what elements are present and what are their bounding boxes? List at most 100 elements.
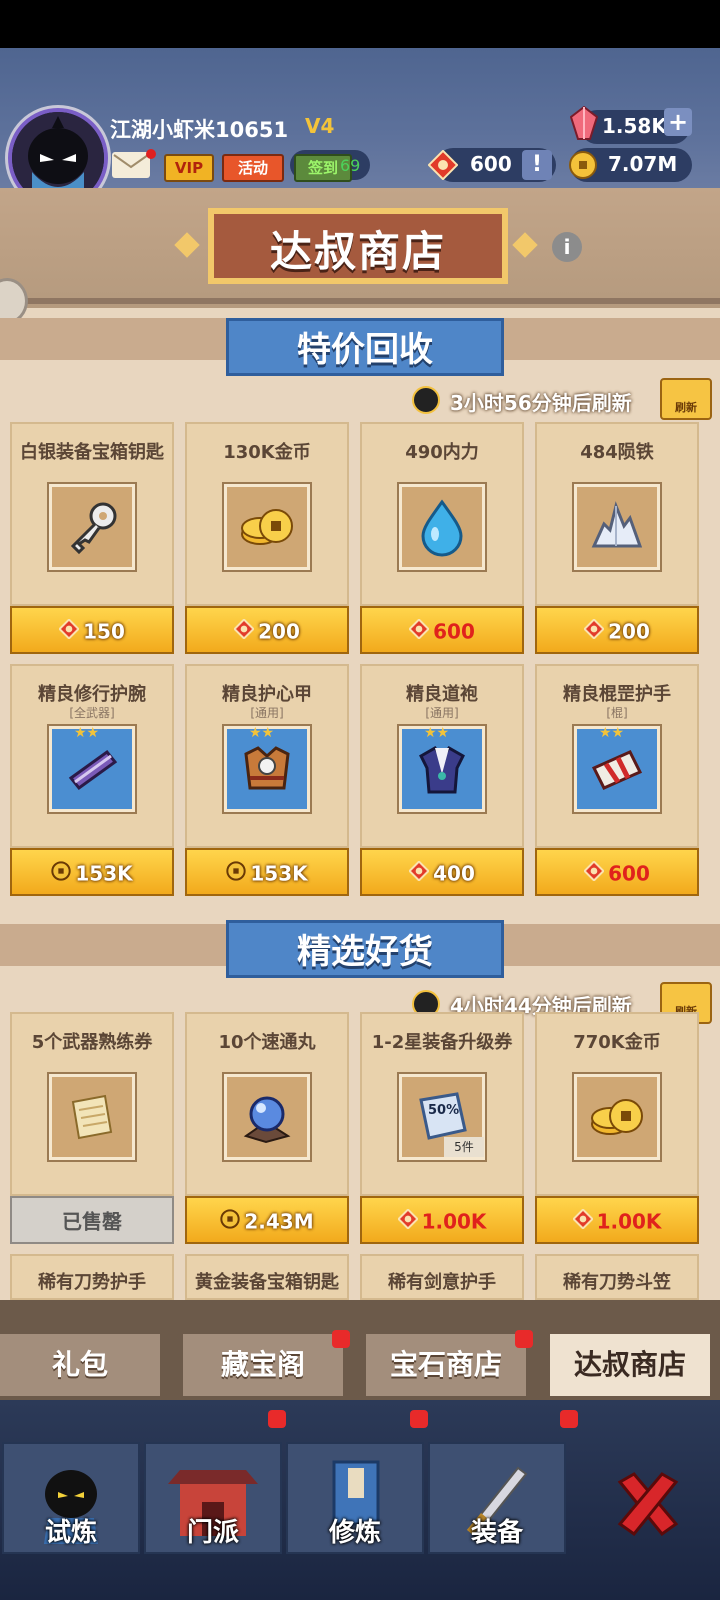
add-gems-button[interactable]: + bbox=[664, 108, 692, 136]
rarity-stars: ★★ bbox=[74, 725, 100, 741]
buy-button[interactable]: 1.00K bbox=[360, 1196, 524, 1244]
rarity-stars: ★★ bbox=[249, 725, 275, 741]
token-icon bbox=[583, 610, 605, 654]
item-name: 484陨铁 bbox=[580, 442, 654, 463]
coins-icon bbox=[574, 1074, 660, 1160]
buy-button[interactable]: 200 bbox=[535, 606, 699, 654]
price-value: 200 bbox=[608, 619, 650, 644]
key-icon bbox=[49, 484, 135, 570]
item-name: 白银装备宝箱钥匙 bbox=[20, 442, 164, 463]
token-icon bbox=[427, 149, 459, 181]
token-icon bbox=[233, 610, 255, 654]
nav-label-trial: 试炼 bbox=[44, 1518, 97, 1548]
coin-icon bbox=[51, 852, 72, 896]
coin-icon bbox=[568, 150, 598, 180]
item-tag: [通用] bbox=[425, 706, 459, 720]
buy-button[interactable]: 1.00K bbox=[535, 1196, 699, 1244]
tab-treasure-pavilion[interactable]: 藏宝阁 bbox=[183, 1334, 343, 1396]
item-name: 130K金币 bbox=[223, 442, 311, 463]
price-value: 已售罄 bbox=[62, 1209, 122, 1234]
item-name: 稀有刀势斗笠 bbox=[563, 1272, 671, 1293]
item-name: 精良道袍 bbox=[406, 684, 478, 705]
refresh-timer: 3小时56分钟后刷新 bbox=[450, 391, 632, 415]
buy-button[interactable]: 153K bbox=[185, 848, 349, 896]
nav-label-equipment: 装备 bbox=[470, 1518, 523, 1548]
upgrade-ticket-icon: 50% 5件 bbox=[399, 1074, 485, 1160]
coin-icon bbox=[220, 1200, 241, 1244]
gem-amount: 1.58K bbox=[602, 114, 667, 138]
tab-gem-shop[interactable]: 宝石商店 bbox=[366, 1334, 526, 1396]
crystal-ore-icon bbox=[574, 484, 660, 570]
info-button[interactable]: i bbox=[552, 232, 582, 262]
item-name: 精良棍罡护手 bbox=[563, 684, 671, 705]
token-icon bbox=[408, 852, 430, 896]
coin-amount: 7.07M bbox=[608, 152, 678, 176]
buy-button[interactable]: 153K bbox=[10, 848, 174, 896]
price-value: 400 bbox=[433, 861, 475, 886]
item-name: 770K金币 bbox=[573, 1032, 661, 1053]
price-value: 600 bbox=[608, 861, 650, 886]
gauntlet-icon: ★★ bbox=[574, 725, 660, 812]
notification-dot bbox=[410, 1410, 428, 1428]
close-button[interactable] bbox=[600, 1456, 696, 1552]
quantity-badge: 5件 bbox=[444, 1137, 484, 1157]
close-icon bbox=[617, 1472, 679, 1537]
buy-button[interactable]: 400 bbox=[360, 848, 524, 896]
item-name: 精良修行护腕 bbox=[38, 684, 146, 705]
token-icon bbox=[583, 852, 605, 896]
notification-dot bbox=[515, 1330, 533, 1348]
clock-icon bbox=[412, 386, 440, 414]
notification-dot bbox=[560, 1410, 578, 1428]
price-value: 150 bbox=[83, 619, 125, 644]
signin-count: 69 bbox=[340, 156, 361, 175]
token-amount: 600 bbox=[470, 152, 512, 176]
price-value: 2.43M bbox=[244, 1209, 314, 1234]
sold-out-button: 已售罄 bbox=[10, 1196, 174, 1244]
item-tag: [棍] bbox=[606, 706, 628, 720]
token-icon bbox=[408, 610, 430, 654]
price-value: 153K bbox=[250, 861, 308, 886]
token-icon bbox=[571, 1200, 594, 1244]
buy-button[interactable]: 600 bbox=[360, 606, 524, 654]
section-title-selected: 精选好货 bbox=[226, 920, 504, 978]
token-icon bbox=[58, 610, 80, 654]
refresh-button[interactable]: 刷新 bbox=[660, 378, 712, 420]
ticket-percent: 50% bbox=[428, 1103, 460, 1118]
buy-button[interactable]: 2.43M bbox=[185, 1196, 349, 1244]
nav-label-sect: 门派 bbox=[186, 1518, 239, 1548]
bracer-icon: ★★ bbox=[49, 725, 135, 812]
price-value: 1.00K bbox=[596, 1209, 662, 1234]
player-name: 江湖小虾米10651 bbox=[110, 118, 289, 142]
price-value: 153K bbox=[75, 861, 133, 886]
buy-button[interactable]: 200 bbox=[185, 606, 349, 654]
gem-icon bbox=[569, 105, 599, 140]
tab-dashu-shop[interactable]: 达叔商店 bbox=[550, 1334, 710, 1396]
token-info-button[interactable]: ! bbox=[522, 150, 552, 180]
coins-icon bbox=[224, 484, 310, 570]
shop-title: 达叔商店 bbox=[208, 208, 508, 284]
robe-icon: ★★ bbox=[399, 725, 485, 812]
buy-button[interactable]: 150 bbox=[10, 606, 174, 654]
rarity-stars: ★★ bbox=[599, 725, 625, 741]
notification-dot bbox=[268, 1410, 286, 1428]
event-button[interactable]: 活动 bbox=[222, 154, 284, 182]
item-name: 稀有剑意护手 bbox=[388, 1272, 496, 1293]
vip-level-badge: V4 bbox=[305, 114, 335, 138]
vip-button[interactable]: VIP bbox=[164, 154, 214, 182]
water-drop-icon bbox=[399, 484, 485, 570]
scroll-icon bbox=[49, 1074, 135, 1160]
item-name: 黄金装备宝箱钥匙 bbox=[195, 1272, 339, 1293]
item-name: 490内力 bbox=[405, 442, 479, 463]
mail-icon[interactable] bbox=[112, 152, 150, 178]
title-divider bbox=[0, 298, 720, 304]
buy-button[interactable]: 600 bbox=[535, 848, 699, 896]
item-name: 稀有刀势护手 bbox=[38, 1272, 146, 1293]
item-tag: [通用] bbox=[250, 706, 284, 720]
mail-notification-dot bbox=[146, 149, 156, 159]
rarity-stars: ★★ bbox=[424, 725, 450, 741]
token-icon bbox=[396, 1200, 419, 1244]
item-name: 1-2星装备升级券 bbox=[371, 1032, 513, 1053]
tab-gift-pack[interactable]: 礼包 bbox=[0, 1334, 160, 1396]
item-name: 10个速通丸 bbox=[218, 1032, 316, 1053]
coin-icon bbox=[226, 852, 247, 896]
